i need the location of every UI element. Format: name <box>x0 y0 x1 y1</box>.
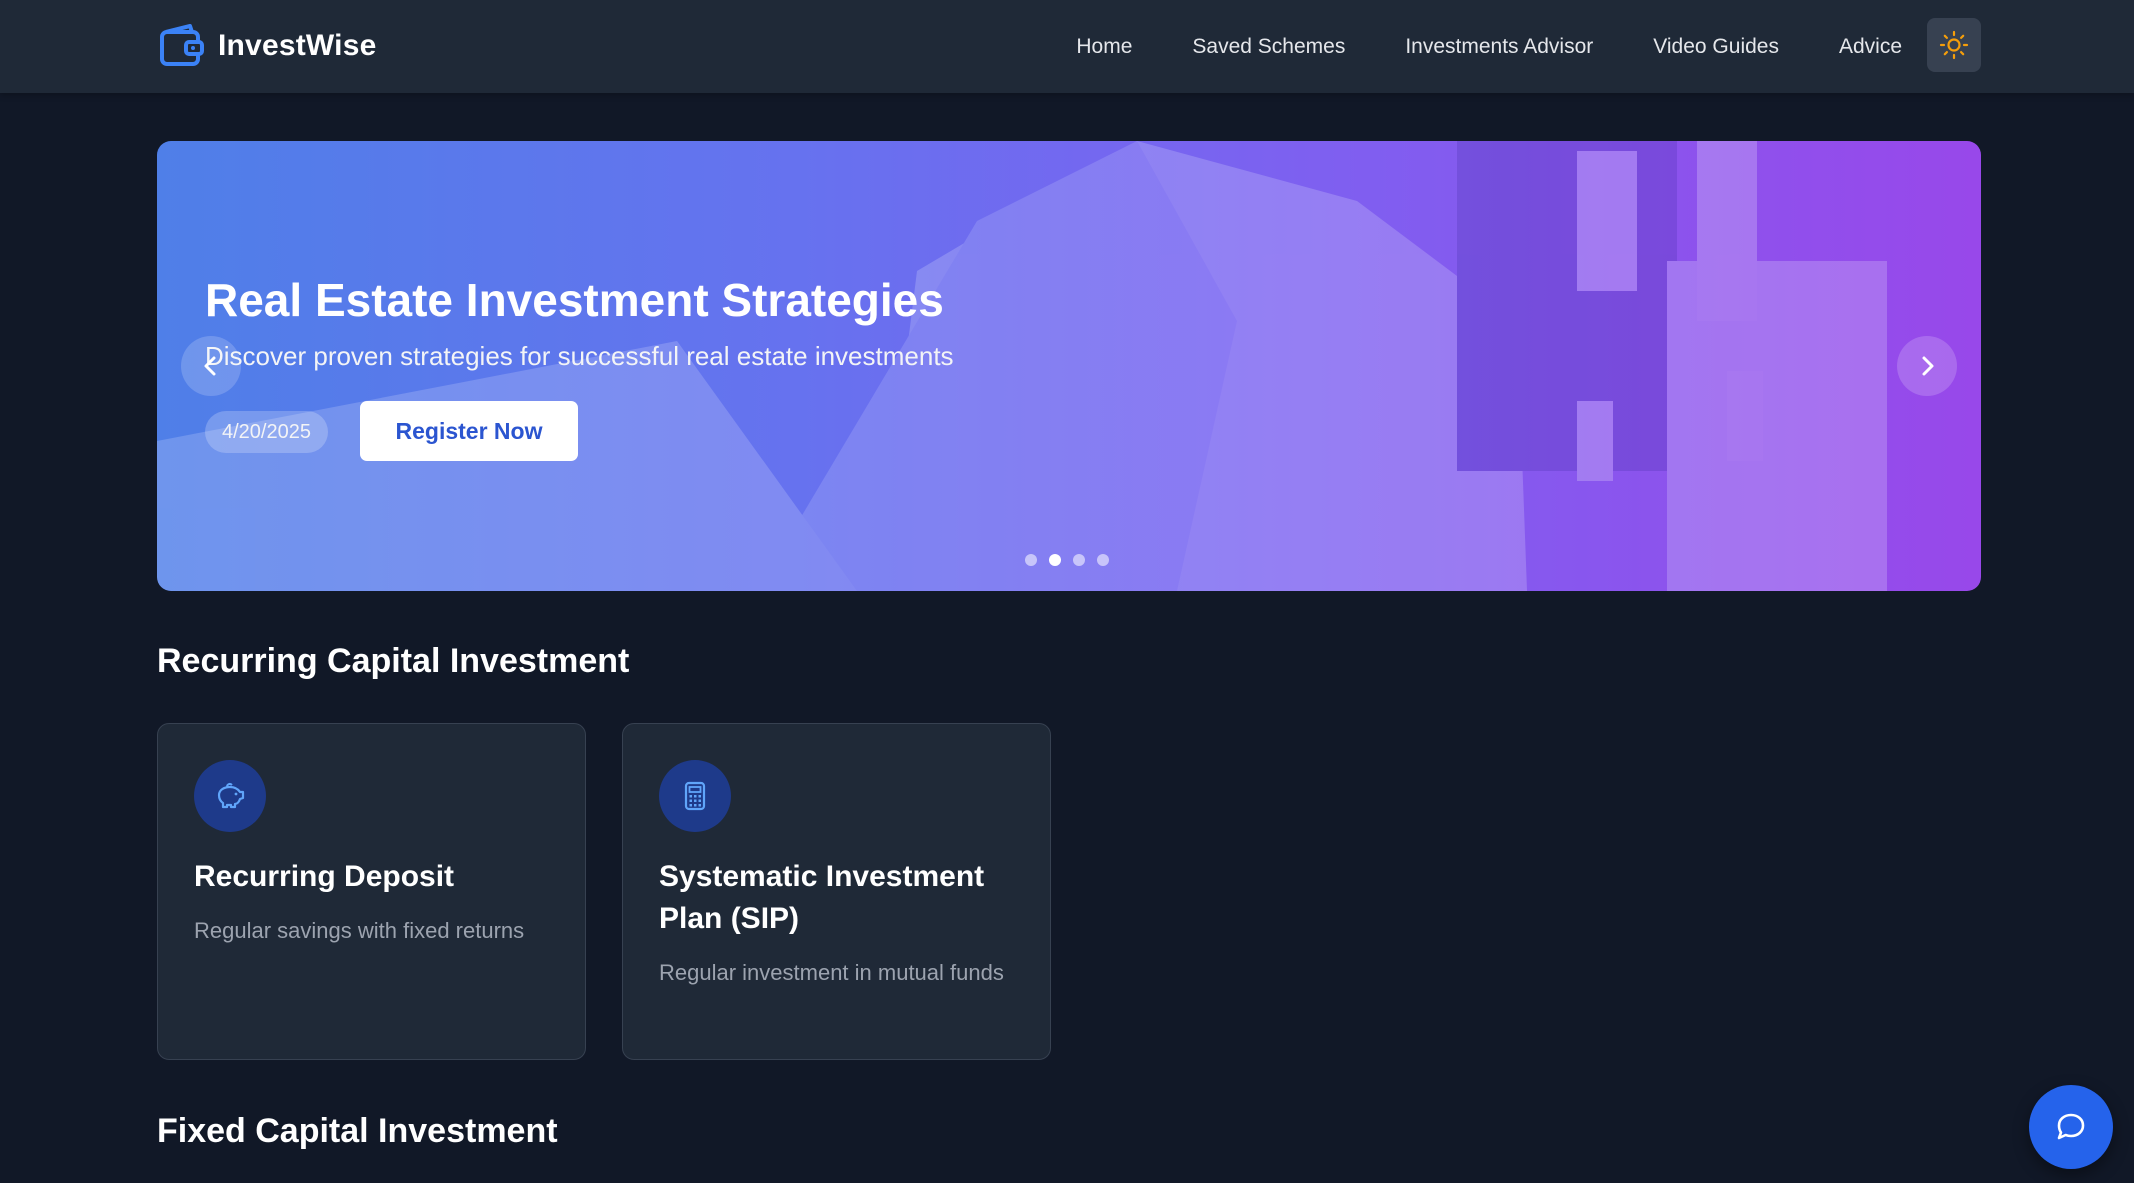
nav-link-advice[interactable]: Advice <box>1839 35 1902 59</box>
hero-carousel: Real Estate Investment Strategies Discov… <box>157 141 1981 591</box>
chat-icon <box>2057 1113 2085 1140</box>
nav-link-video-guides[interactable]: Video Guides <box>1653 35 1779 59</box>
hero-title: Real Estate Investment Strategies <box>205 274 944 326</box>
card-recurring-deposit[interactable]: Recurring Deposit Regular savings with f… <box>157 723 586 1060</box>
section-title-fixed: Fixed Capital Investment <box>157 1112 558 1150</box>
carousel-next-button[interactable] <box>1897 336 1957 396</box>
carousel-prev-button[interactable] <box>181 336 241 396</box>
section-title-recurring: Recurring Capital Investment <box>157 642 630 680</box>
hero-date-badge: 4/20/2025 <box>205 411 328 453</box>
brand-logo-link[interactable]: InvestWise <box>158 22 376 70</box>
hero-subtitle: Discover proven strategies for successfu… <box>205 341 954 371</box>
top-navbar: InvestWise Home Saved Schemes Investment… <box>0 0 2134 93</box>
card-sip[interactable]: Systematic Investment Plan (SIP) Regular… <box>622 723 1051 1060</box>
piggy-bank-icon <box>217 782 245 809</box>
chevron-right-icon <box>1922 356 1934 376</box>
card-description: Regular savings with fixed returns <box>194 918 525 943</box>
nav-link-investments-advisor[interactable]: Investments Advisor <box>1405 35 1593 59</box>
main-nav: Home Saved Schemes Investments Advisor V… <box>1076 0 1902 93</box>
nav-link-saved-schemes[interactable]: Saved Schemes <box>1192 35 1345 59</box>
sun-icon <box>1939 30 1969 60</box>
theme-toggle-button[interactable] <box>1927 18 1981 72</box>
card-description: Regular investment in mutual funds <box>659 960 1004 985</box>
calculator-icon <box>684 781 706 811</box>
wallet-icon <box>160 24 204 66</box>
chevron-left-icon <box>204 356 216 376</box>
card-title: Recurring Deposit <box>194 860 455 893</box>
chat-button[interactable] <box>2029 1085 2113 1169</box>
carousel-dot[interactable] <box>1097 554 1109 566</box>
card-icon-badge <box>659 760 731 832</box>
nav-link-home[interactable]: Home <box>1076 35 1132 59</box>
carousel-dot[interactable] <box>1049 554 1061 566</box>
carousel-dot[interactable] <box>1025 554 1037 566</box>
card-icon-badge <box>194 760 266 832</box>
card-title: Systematic Investment Plan (SIP) <box>659 860 985 935</box>
carousel-dots <box>1025 554 1109 566</box>
register-now-button[interactable]: Register Now <box>360 401 578 461</box>
brand-name: InvestWise <box>218 29 377 62</box>
carousel-dot[interactable] <box>1073 554 1085 566</box>
